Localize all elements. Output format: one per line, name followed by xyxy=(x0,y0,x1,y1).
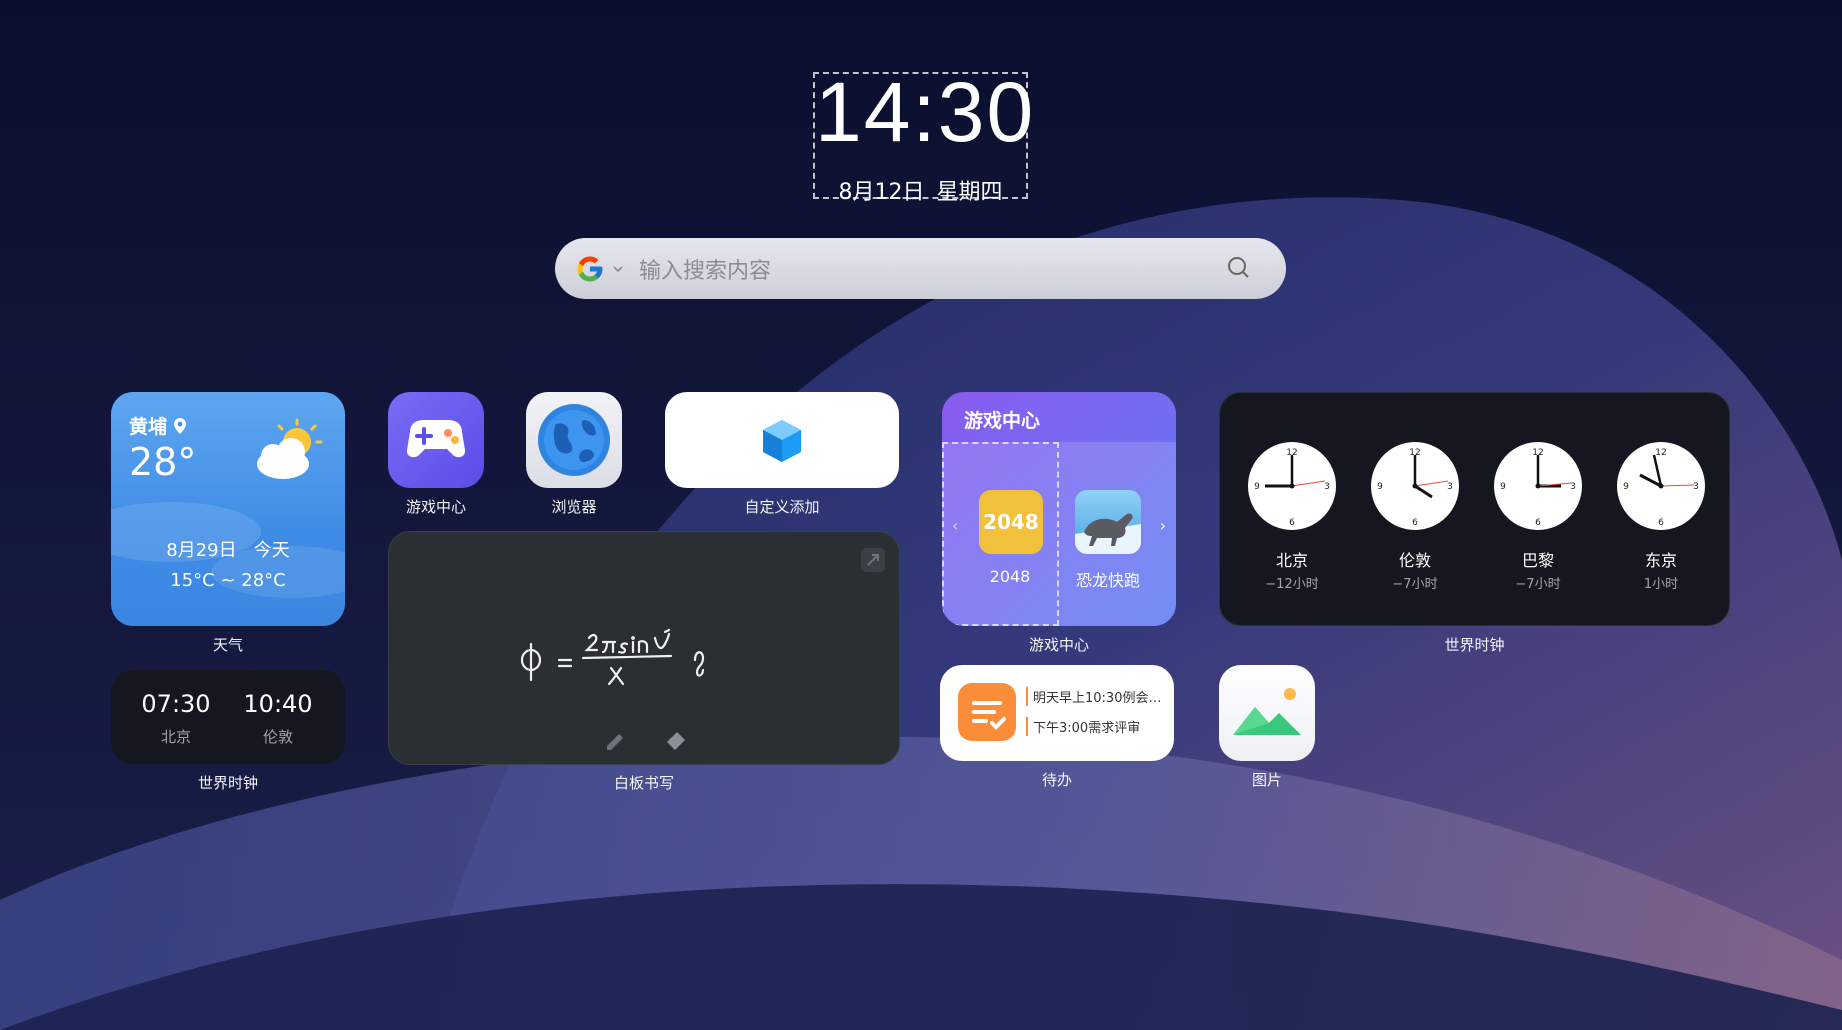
magnifier-icon[interactable] xyxy=(1226,255,1252,281)
analog-clock-london: 12369 xyxy=(1371,442,1459,530)
date-text: 8月12日 xyxy=(838,180,925,205)
cube-icon xyxy=(763,420,801,462)
chevron-left-icon[interactable]: ‹ xyxy=(952,516,958,535)
clock-city-text: 伦敦 xyxy=(262,728,293,746)
analog-clock-beijing: 12369 xyxy=(1248,442,1336,530)
game-widget-title: 游戏中心 xyxy=(964,410,1041,432)
todo-icon xyxy=(958,683,1016,741)
world-clock-widget[interactable]: 12 3 6 9 12 3 6 9 12 3 6 9 12 3 6 9 北京 伦敦 巴黎 东京 −12小… xyxy=(1219,392,1730,626)
svg-text:9: 9 xyxy=(1377,482,1383,492)
whiteboard-widget[interactable] xyxy=(388,531,900,765)
analog-clock-paris: 12369 xyxy=(1494,442,1582,530)
dino-run-icon[interactable] xyxy=(1075,490,1141,554)
svg-text:6: 6 xyxy=(1658,518,1664,528)
todo-item[interactable]: 下午3:00需求评审 xyxy=(1026,717,1166,736)
search-bar[interactable]: 输入搜索内容 xyxy=(555,238,1286,299)
custom-add-label: 自定义添加 xyxy=(744,498,820,516)
todo-widget[interactable]: 明天早上10:30例会会议 下午3:00需求评审 xyxy=(940,665,1174,761)
photo-icon xyxy=(1233,688,1301,735)
wc-offset-3: −7小时 xyxy=(1515,577,1561,592)
game-widget-label: 游戏中心 xyxy=(1028,636,1089,654)
wc-city-2: 伦敦 xyxy=(1398,551,1431,570)
pen-tool-icon[interactable] xyxy=(599,724,629,754)
game-name-2048: 2048 xyxy=(989,567,1031,586)
wc-offset-1: −12小时 xyxy=(1265,577,1319,592)
expand-icon[interactable] xyxy=(859,546,887,574)
svg-text:9: 9 xyxy=(1623,482,1629,492)
wc-city-3: 巴黎 xyxy=(1521,551,1554,570)
clock-city-beijing: 07:30 北京 xyxy=(126,690,226,747)
whiteboard-label: 白板书写 xyxy=(613,774,674,792)
game-center-app-label: 游戏中心 xyxy=(405,498,466,516)
svg-text:3: 3 xyxy=(1447,482,1453,492)
game-center-widget[interactable]: 游戏中心 ‹ 2048 2048 恐龙快跑 › xyxy=(942,392,1176,626)
weather-location: 黄埔 xyxy=(129,412,187,439)
eraser-icon[interactable] xyxy=(661,724,691,754)
svg-text:3: 3 xyxy=(1693,482,1699,492)
svg-text:3: 3 xyxy=(1324,482,1330,492)
weather-date-text: 8月29日 xyxy=(166,540,237,561)
wc-offset-2: −7小时 xyxy=(1392,577,1438,592)
browser-app-label: 浏览器 xyxy=(551,498,597,516)
small-world-clock-widget[interactable]: 07:30 北京 10:40 伦敦 xyxy=(111,670,345,764)
photos-label: 图片 xyxy=(1251,771,1282,789)
world-clock-label: 世界时钟 xyxy=(1444,636,1505,654)
globe-icon xyxy=(538,404,610,476)
svg-text:6: 6 xyxy=(1535,518,1541,528)
browser-app[interactable] xyxy=(526,392,622,488)
game-name-dino: 恐龙快跑 xyxy=(1075,571,1140,590)
clock-widget[interactable]: 14:30 8月12日 星期四 xyxy=(813,65,1036,205)
game-center-app[interactable] xyxy=(388,392,484,488)
weather-label: 天气 xyxy=(212,636,243,654)
clock-date: 8月12日 星期四 xyxy=(815,174,1026,206)
clock-city-text: 北京 xyxy=(160,728,191,746)
clock-time-text: 10:40 xyxy=(243,690,313,718)
partly-cloudy-icon xyxy=(257,418,323,479)
wc-city-1: 北京 xyxy=(1275,551,1308,570)
gamepad-icon xyxy=(406,420,466,458)
svg-text:9: 9 xyxy=(1254,482,1260,492)
custom-add-widget[interactable] xyxy=(665,392,899,488)
location-pin-icon xyxy=(174,417,187,434)
cloud-texture xyxy=(111,502,345,598)
weather-range: 15°C ~ 28°C xyxy=(170,570,286,591)
svg-text:12: 12 xyxy=(1655,448,1666,458)
todo-label: 待办 xyxy=(1041,771,1072,789)
svg-text:6: 6 xyxy=(1412,518,1418,528)
weather-date: 8月29日 今天 xyxy=(111,536,345,562)
analog-clock-tokyo: 12 3 6 9 xyxy=(1617,442,1705,530)
clock-time-text: 07:30 xyxy=(141,690,211,718)
weather-temperature: 28° xyxy=(129,440,197,484)
wc-offset-4: 1小时 xyxy=(1643,577,1679,592)
chevron-right-icon[interactable]: › xyxy=(1160,516,1166,535)
handwriting-formula xyxy=(520,628,705,686)
small-world-clock-label: 世界时钟 xyxy=(197,774,258,792)
chevron-down-icon[interactable] xyxy=(611,262,625,276)
svg-text:9: 9 xyxy=(1500,482,1506,492)
wc-city-4: 东京 xyxy=(1644,551,1677,570)
weather-widget[interactable]: 黄埔 28° 8月29日 今天 15°C ~ 28°C xyxy=(111,392,345,626)
weather-day-text: 今天 xyxy=(253,540,290,561)
game-2048-icon[interactable]: 2048 xyxy=(979,490,1043,554)
clock-city-london: 10:40 伦敦 xyxy=(228,690,328,747)
svg-text:6: 6 xyxy=(1289,518,1295,528)
search-input[interactable]: 输入搜索内容 xyxy=(639,253,771,285)
location-text: 黄埔 xyxy=(129,416,168,438)
google-icon[interactable] xyxy=(575,254,605,284)
photos-app[interactable] xyxy=(1219,665,1315,761)
clock-time: 14:30 xyxy=(815,65,1036,159)
weekday-text: 星期四 xyxy=(936,180,1003,205)
todo-item[interactable]: 明天早上10:30例会会议 xyxy=(1026,687,1166,706)
